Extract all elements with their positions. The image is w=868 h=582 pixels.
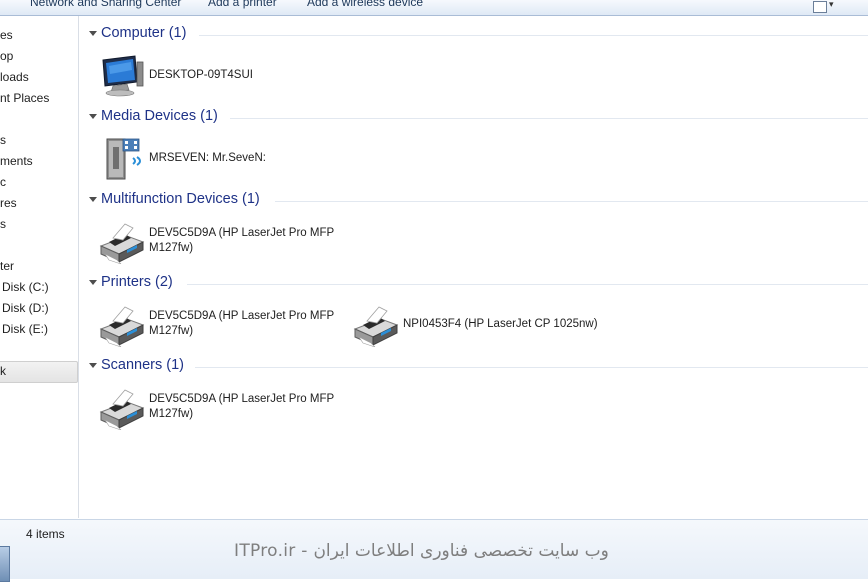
collapse-arrow-icon[interactable] bbox=[89, 280, 97, 285]
group-title: Scanners (1) bbox=[101, 357, 185, 373]
group-title: Multifunction Devices (1) bbox=[101, 191, 260, 207]
nav-item-disk-d[interactable]: Disk (D:) bbox=[2, 298, 49, 318]
group-divider bbox=[187, 284, 868, 285]
network-sharing-center-button[interactable]: Network and Sharing Center bbox=[30, 0, 181, 9]
toolbar: Network and Sharing Center Add a printer… bbox=[0, 0, 868, 16]
group-header-scanners[interactable]: Scanners (1) bbox=[87, 357, 868, 377]
nav-item-music[interactable]: c bbox=[0, 172, 6, 192]
nav-item-videos[interactable]: s bbox=[0, 214, 6, 234]
nav-item-disk-e[interactable]: Disk (E:) bbox=[2, 319, 48, 339]
group-divider bbox=[199, 35, 868, 36]
collapse-arrow-icon[interactable] bbox=[89, 197, 97, 202]
device-label: DEV5C5D9A (HP LaserJet Pro MFP M127fw) bbox=[149, 310, 334, 337]
nav-item-network[interactable]: k bbox=[0, 361, 6, 381]
nav-item-desktop[interactable]: op bbox=[0, 46, 13, 66]
nav-item-documents[interactable]: ments bbox=[0, 151, 33, 171]
printer-icon bbox=[97, 386, 145, 430]
group-header-media-devices[interactable]: Media Devices (1) bbox=[87, 108, 868, 128]
device-item-media[interactable]: MRSEVEN: Mr.SeveN: bbox=[97, 137, 297, 181]
group-title: Media Devices (1) bbox=[101, 108, 218, 124]
watermark-text: ITPro.ir - وب سایت تخصصی فناوری اطلاعات … bbox=[234, 541, 609, 561]
collapse-arrow-icon[interactable] bbox=[89, 363, 97, 368]
device-label: MRSEVEN: Mr.SeveN: bbox=[149, 152, 266, 164]
device-label: DEV5C5D9A (HP LaserJet Pro MFP M127fw) bbox=[149, 227, 334, 254]
device-label: NPI0453F4 (HP LaserJet CP 1025nw) bbox=[403, 318, 598, 330]
collapse-arrow-icon[interactable] bbox=[89, 31, 97, 36]
nav-item-disk-c[interactable]: Disk (C:) bbox=[2, 277, 49, 297]
media-server-icon bbox=[97, 137, 145, 181]
nav-item-computer[interactable]: ter bbox=[0, 256, 14, 276]
status-bar: 4 items ITPro.ir - وب سایت تخصصی فناوری … bbox=[0, 519, 868, 582]
group-divider bbox=[275, 201, 868, 202]
group-divider bbox=[230, 118, 868, 119]
group-title: Printers (2) bbox=[101, 274, 173, 290]
device-label: DESKTOP-09T4SUI bbox=[149, 69, 253, 81]
collapse-arrow-icon[interactable] bbox=[89, 114, 97, 119]
group-header-multifunction[interactable]: Multifunction Devices (1) bbox=[87, 191, 868, 211]
computer-monitor-icon bbox=[97, 54, 145, 98]
device-item-multifunction[interactable]: DEV5C5D9A (HP LaserJet Pro MFP M127fw) bbox=[97, 220, 347, 264]
add-wireless-device-button[interactable]: Add a wireless device bbox=[307, 0, 423, 9]
item-count: 4 items bbox=[26, 527, 65, 541]
nav-item-favorites[interactable]: es bbox=[0, 25, 13, 45]
device-item-printer[interactable]: NPI0453F4 (HP LaserJet CP 1025nw) bbox=[351, 303, 611, 347]
printer-icon bbox=[97, 303, 145, 347]
devices-content-pane: Computer (1) DESKTOP-09T4SUI Media Devic… bbox=[79, 16, 868, 518]
nav-item-downloads[interactable]: loads bbox=[0, 67, 29, 87]
group-header-printers[interactable]: Printers (2) bbox=[87, 274, 868, 294]
group-title: Computer (1) bbox=[101, 25, 187, 41]
group-divider bbox=[195, 367, 868, 368]
nav-item-recent-places[interactable]: nt Places bbox=[0, 88, 49, 108]
nav-selection-highlight bbox=[0, 361, 78, 383]
navigation-pane: es op loads nt Places s ments c res s te… bbox=[0, 16, 79, 518]
nav-item-libraries[interactable]: s bbox=[0, 130, 6, 150]
network-folder-icon bbox=[0, 546, 10, 582]
view-options-icon[interactable] bbox=[813, 1, 827, 13]
printer-icon bbox=[97, 220, 145, 264]
add-printer-button[interactable]: Add a printer bbox=[208, 0, 277, 9]
printer-icon bbox=[351, 303, 399, 347]
chevron-down-icon[interactable]: ▾ bbox=[829, 0, 834, 10]
device-item-printer[interactable]: DEV5C5D9A (HP LaserJet Pro MFP M127fw) bbox=[97, 303, 347, 347]
nav-item-pictures[interactable]: res bbox=[0, 193, 17, 213]
group-header-computer[interactable]: Computer (1) bbox=[87, 25, 868, 45]
device-label: DEV5C5D9A (HP LaserJet Pro MFP M127fw) bbox=[149, 393, 334, 420]
device-item-scanner[interactable]: DEV5C5D9A (HP LaserJet Pro MFP M127fw) bbox=[97, 386, 347, 430]
device-item-computer[interactable]: DESKTOP-09T4SUI bbox=[97, 54, 297, 98]
